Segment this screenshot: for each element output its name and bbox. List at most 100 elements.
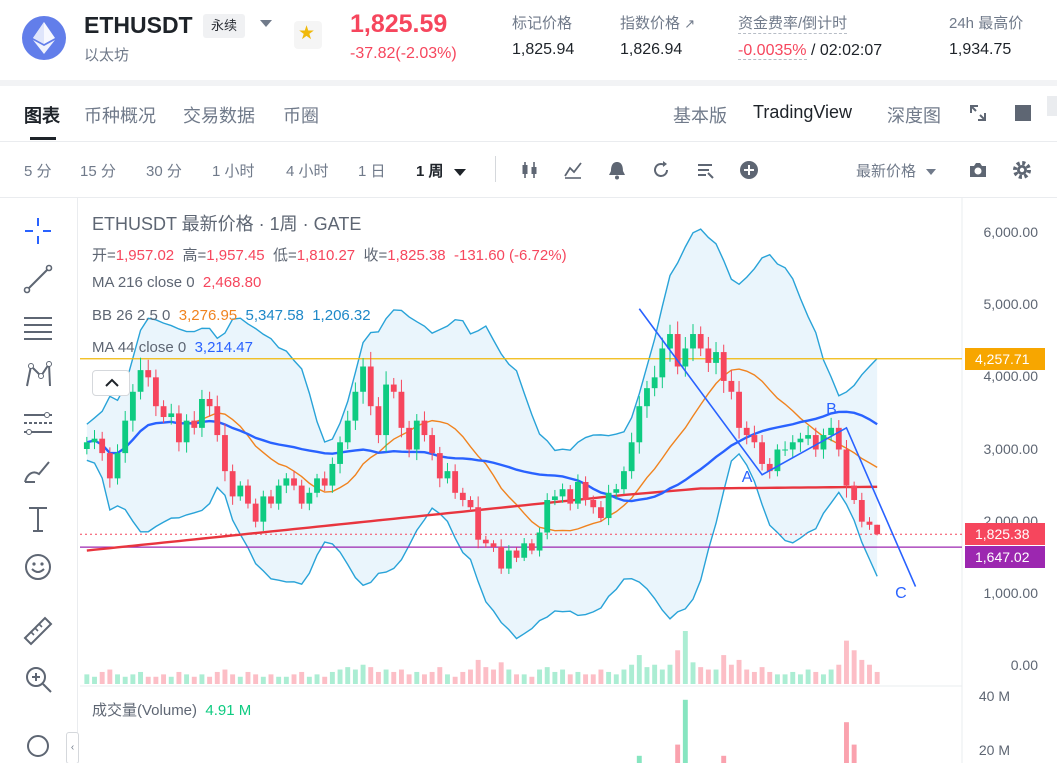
- wave-label-b[interactable]: B: [826, 401, 837, 419]
- volume-bar: [705, 669, 711, 684]
- y-tick-label: 4,000.00: [983, 368, 1039, 385]
- mark-price-stat: 标记价格 1,825.94: [512, 12, 574, 59]
- volume-bar: [644, 667, 650, 684]
- candle-body: [199, 398, 205, 428]
- volume-bar: [406, 674, 412, 684]
- volume-bar: [851, 650, 857, 684]
- candle-body: [720, 352, 727, 381]
- volume-bar: [759, 667, 765, 684]
- level-tag-yellow: 4,257.71: [965, 347, 1045, 370]
- volume-bar: [161, 674, 167, 684]
- candle-body: [321, 478, 328, 486]
- volume-bar: [636, 655, 642, 684]
- volume-bar: [767, 671, 773, 684]
- volume-bar: [337, 669, 343, 684]
- wave-label-c[interactable]: C: [895, 585, 907, 603]
- candle-body: [375, 406, 382, 436]
- candle-body: [598, 507, 604, 519]
- volume-bar: [874, 671, 880, 684]
- volume-bar: [820, 674, 826, 684]
- volume-bar: [445, 674, 450, 684]
- volume-bar: [728, 664, 734, 684]
- ohlc-open: 1,957.02: [115, 247, 175, 264]
- candle-body: [613, 489, 620, 493]
- volume-bar: [168, 676, 174, 684]
- candle-body: [436, 453, 443, 479]
- volume-bar: [130, 674, 136, 684]
- candle-body: [697, 334, 704, 349]
- candle-body: [782, 449, 789, 451]
- price-chart[interactable]: [0, 86, 1057, 763]
- candle-body: [874, 524, 881, 535]
- ma216-value: 2,468.80: [202, 274, 262, 291]
- volume-bar: [836, 664, 842, 684]
- candle-body: [106, 453, 113, 479]
- legend-bb[interactable]: BB 26 2.5 0 3,276.95 5,347.58 1,206.32: [92, 307, 371, 324]
- candle-body: [83, 442, 90, 449]
- volume-bar: [544, 667, 550, 684]
- symbol-dropdown-icon[interactable]: [260, 20, 272, 27]
- legend-ohlc: 开=1,957.02 高=1,957.45 低=1,810.27 收=1,825…: [92, 244, 567, 265]
- candle-body: [214, 406, 221, 436]
- external-link-icon[interactable]: ↗: [684, 16, 695, 31]
- candle-body: [314, 478, 320, 493]
- candle-body: [390, 384, 397, 392]
- volume-bar: [606, 671, 612, 684]
- bb-upper-value: 5,347.58: [245, 307, 304, 324]
- candle-body: [528, 543, 535, 551]
- funding-label[interactable]: 资金费率/倒计时: [738, 12, 848, 34]
- volume-bar: [299, 671, 305, 684]
- candle-body: [252, 503, 259, 522]
- volume-bar: [360, 664, 366, 684]
- volume-bar: [437, 667, 443, 684]
- candle-body: [429, 435, 436, 454]
- volume-bar: [230, 674, 236, 684]
- legend-volume[interactable]: 成交量(Volume) 4.91 M: [92, 699, 251, 720]
- candle-body: [114, 453, 121, 479]
- candle-body: [191, 420, 198, 428]
- wave-label-a[interactable]: A: [742, 469, 753, 487]
- candle-body: [160, 406, 167, 418]
- chevron-up-icon: [105, 378, 119, 387]
- candle-body: [682, 348, 689, 367]
- candle-body: [360, 366, 366, 392]
- volume-bar: [375, 671, 381, 684]
- high-24h-value: 1,934.75: [949, 41, 1012, 58]
- ohlc-high: 1,957.45: [206, 247, 265, 264]
- legend-ma216[interactable]: MA 216 close 0 2,468.80: [92, 274, 261, 291]
- candle-body: [352, 391, 359, 421]
- price-change: -37.82(-2.03%): [350, 45, 457, 62]
- candle-body: [843, 449, 850, 486]
- ohlc-low-label: 低=: [273, 247, 297, 264]
- volume-bar: [306, 676, 312, 684]
- contract-type-badge: 永续: [203, 14, 246, 38]
- volume-bar: [291, 674, 297, 684]
- volume-bar: [652, 664, 658, 684]
- ma216-label: MA 216 close 0: [92, 274, 195, 291]
- volume-bar: [844, 640, 849, 684]
- candle-body: [628, 442, 635, 472]
- candle-body: [398, 391, 405, 428]
- volume-bar: [751, 671, 757, 684]
- candle-body: [260, 496, 267, 522]
- volume-bar: [797, 674, 803, 684]
- candle-body: [245, 485, 251, 504]
- funding-rate: -0.0035%: [738, 42, 807, 60]
- volume-bar: [774, 674, 780, 684]
- volume-bar: [537, 669, 543, 684]
- symbol-name[interactable]: ETHUSDT: [84, 12, 193, 39]
- volume-bar: [552, 671, 558, 684]
- volume-bar: [859, 659, 865, 684]
- collapse-legend-button[interactable]: [92, 370, 130, 396]
- legend-ma44[interactable]: MA 44 close 0 3,214.47: [92, 339, 253, 356]
- volume-bar: [590, 674, 596, 684]
- volume-bar: [368, 667, 374, 684]
- candle-body: [789, 442, 796, 450]
- y-tick-label: 6,000.00: [983, 224, 1039, 240]
- index-price-label[interactable]: 指数价格: [620, 15, 680, 32]
- volume-bar: [682, 631, 688, 684]
- favorite-button[interactable]: ★: [294, 21, 322, 49]
- volume-bar: [414, 671, 420, 684]
- candle-body: [651, 377, 658, 389]
- y-tick-label: 3,000.00: [983, 440, 1039, 457]
